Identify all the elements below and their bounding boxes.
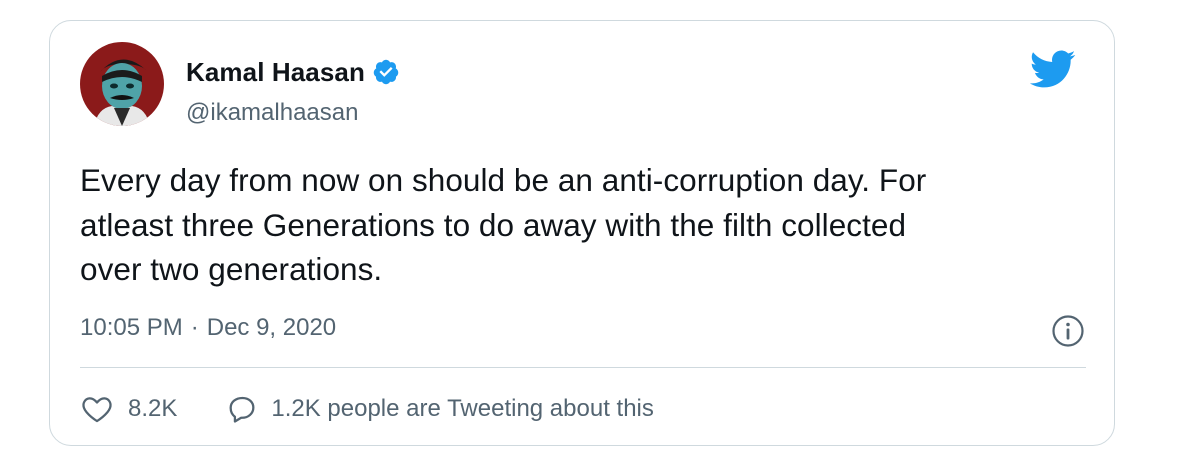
- avatar-image: [80, 42, 164, 126]
- tweet-date[interactable]: Dec 9, 2020: [207, 314, 336, 342]
- divider: [80, 367, 1086, 368]
- twitter-bird-icon[interactable]: [1028, 49, 1076, 89]
- tweet-text-line: over two generations.: [80, 251, 383, 287]
- like-button[interactable]: 8.2K: [80, 392, 177, 426]
- tweet-text: Every day from now on should be an anti-…: [80, 158, 1090, 292]
- user-name-row[interactable]: Kamal Haasan: [186, 57, 400, 87]
- tweet-text-line: atleast three Generations to do away wit…: [80, 206, 907, 243]
- info-icon[interactable]: [1050, 313, 1086, 349]
- tweet-card[interactable]: Kamal Haasan @ikamalhaasan Every day fro…: [49, 20, 1115, 446]
- heart-icon: [82, 397, 112, 423]
- tweet-time[interactable]: 10:05 PM: [80, 314, 183, 342]
- tweet-text-line: Every day from now on should be an anti-…: [80, 162, 927, 198]
- tweeting-about-link[interactable]: 1.2K people are Tweeting about this: [225, 392, 654, 426]
- timestamp-separator: ·: [190, 314, 199, 341]
- user-name[interactable]: Kamal Haasan: [186, 57, 365, 88]
- like-count: 8.2K: [128, 395, 178, 422]
- tweet-actions: 8.2K 1.2K people are Tweeting about this: [80, 391, 654, 427]
- verified-badge-icon: [372, 58, 400, 86]
- reply-bubble-icon: [229, 396, 255, 423]
- tweeting-about-text: 1.2K people are Tweeting about this: [271, 395, 654, 422]
- user-handle[interactable]: @ikamalhaasan: [186, 99, 358, 127]
- tweet-timestamp[interactable]: 10:05 PM · Dec 9, 2020: [80, 314, 336, 342]
- avatar[interactable]: [80, 42, 164, 126]
